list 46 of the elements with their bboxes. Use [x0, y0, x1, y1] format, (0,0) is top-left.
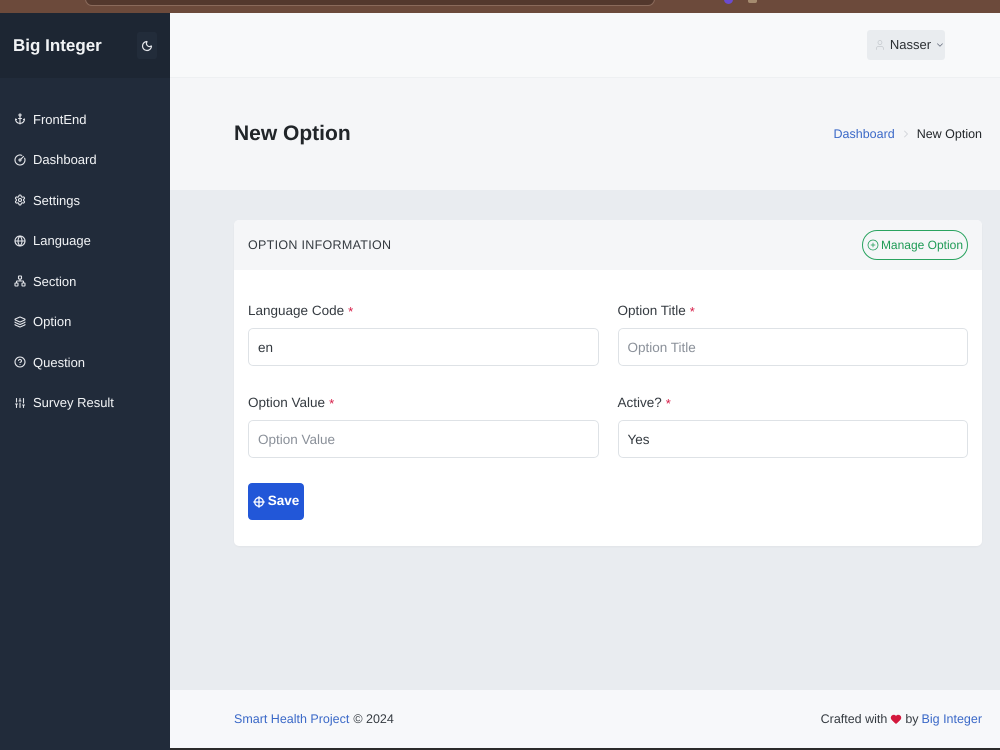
- sidebar-item[interactable]: Dashboard: [33, 150, 97, 170]
- breadcrumb-current: New Option: [916, 126, 982, 143]
- input-field[interactable]: en: [248, 328, 598, 366]
- sidebar-item[interactable]: Settings: [33, 190, 80, 210]
- hierarchy-icon: [14, 275, 26, 288]
- input-field[interactable]: Yes: [618, 420, 968, 458]
- field-label: Language Code: [248, 302, 344, 320]
- required-mark: *: [348, 304, 354, 318]
- required-mark: *: [329, 396, 334, 410]
- question-icon: [14, 356, 26, 368]
- anchor-icon: [14, 113, 26, 126]
- credit-text: by: [905, 710, 919, 728]
- project-link[interactable]: Smart Health Project: [234, 710, 350, 728]
- field-label: Active?: [618, 394, 662, 412]
- user-menu-button[interactable]: Nasser: [867, 30, 945, 60]
- card-title: OPTION INFORMATION: [248, 236, 392, 254]
- layers-icon: [14, 316, 26, 328]
- sidebar-item[interactable]: FrontEnd: [33, 110, 86, 129]
- field-label: Option Value: [248, 394, 326, 412]
- gauge-icon: [14, 154, 26, 166]
- credit-text: Crafted with: [820, 710, 888, 728]
- sidebar-item[interactable]: Option: [33, 312, 72, 332]
- globe-icon: [14, 234, 26, 247]
- required-mark: *: [690, 304, 695, 318]
- plus-circle-icon: [866, 239, 879, 251]
- sidebar-item[interactable]: Survey Result: [33, 393, 114, 412]
- sidebar-item[interactable]: Question: [33, 352, 86, 372]
- input-field[interactable]: Option Title: [618, 328, 968, 366]
- sidebar-item[interactable]: Section: [33, 272, 76, 291]
- breadcrumb-link[interactable]: Dashboard: [834, 124, 895, 144]
- theme-toggle-button[interactable]: [137, 32, 157, 59]
- gear-icon: [14, 194, 26, 206]
- author-link[interactable]: Big Integer: [922, 710, 982, 728]
- page-title: New Option: [234, 121, 351, 148]
- user-icon: [874, 39, 886, 51]
- sliders-icon: [14, 396, 26, 409]
- required-mark: *: [666, 396, 671, 410]
- input-field[interactable]: Option Value: [248, 420, 598, 458]
- heart-icon: [890, 713, 902, 725]
- brand-title: Big Integer: [13, 34, 102, 57]
- sidebar-item[interactable]: Language: [33, 231, 91, 250]
- crosshair-icon: [252, 496, 265, 508]
- moon-icon: [141, 40, 153, 52]
- field-label: Option Title: [618, 302, 686, 320]
- save-button[interactable]: Save: [248, 483, 304, 520]
- copyright-text: © 2024: [353, 710, 394, 728]
